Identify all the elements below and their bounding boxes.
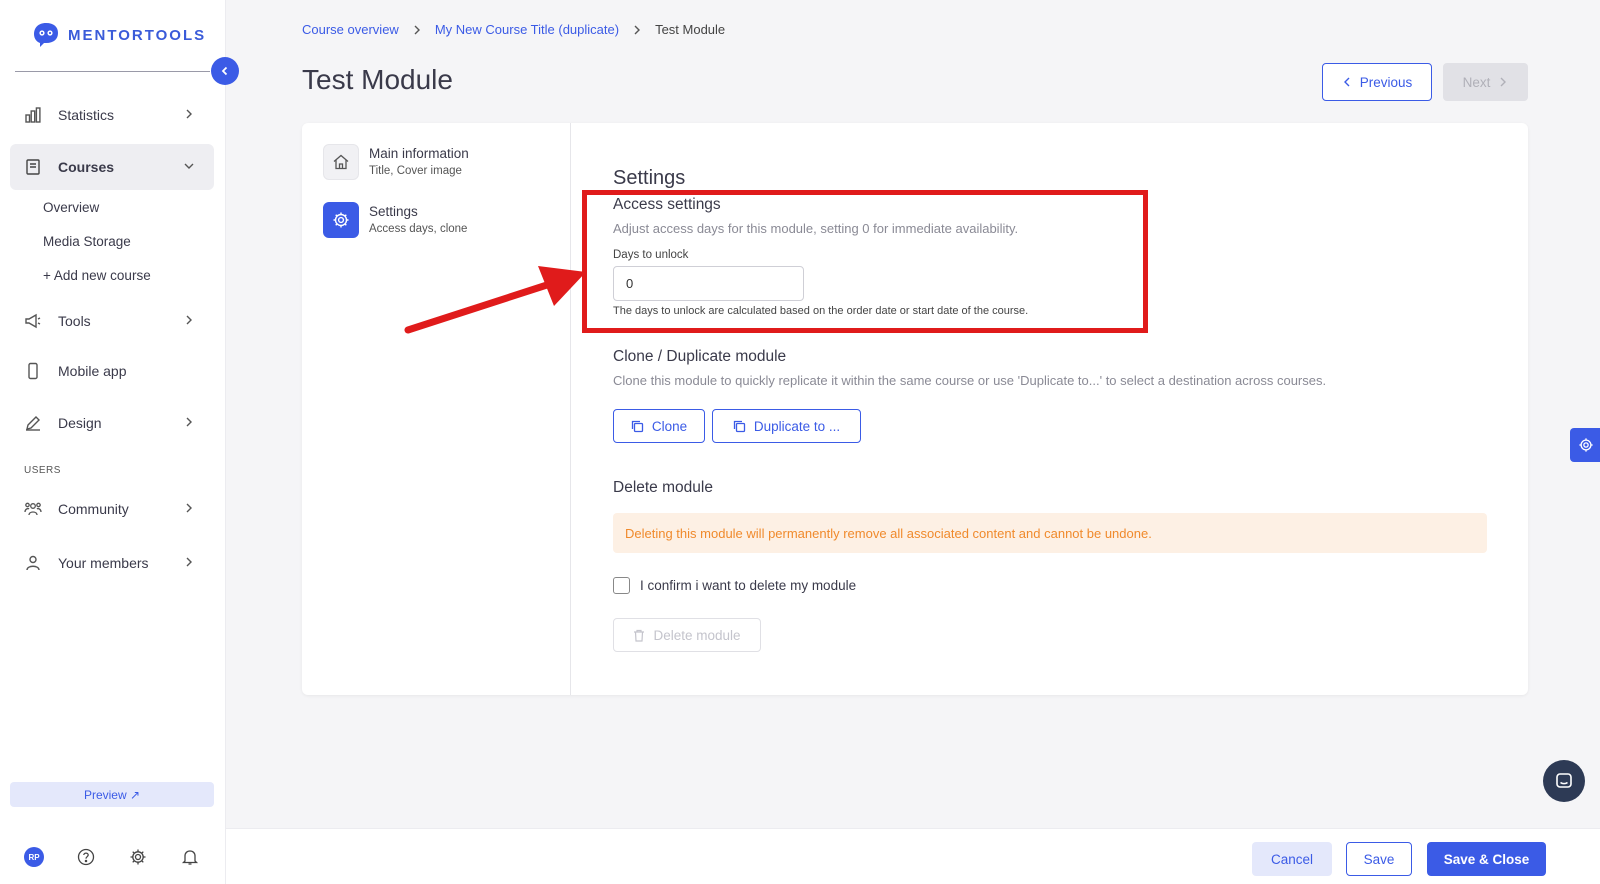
chevron-left-icon [1343, 77, 1350, 87]
user-icon [24, 554, 42, 572]
sidebar-subitem-add-course[interactable]: + Add new course [43, 268, 151, 283]
copy-icon [631, 420, 644, 432]
breadcrumb: Course overview My New Course Title (dup… [302, 22, 725, 37]
delete-module-button[interactable]: Delete module [613, 618, 761, 652]
sidebar-item-label: Community [58, 501, 129, 517]
gear-icon [1579, 438, 1593, 452]
sidebar-item-label: Statistics [58, 107, 115, 123]
tab-settings[interactable]: Settings Access days, clone [323, 202, 467, 238]
sidebar-item-your-members[interactable]: Your members [10, 540, 214, 586]
preview-button[interactable]: Preview ↗ [10, 782, 214, 807]
users-group-icon [24, 500, 42, 518]
gear-icon [323, 202, 359, 238]
collapse-sidebar-button[interactable] [211, 57, 239, 85]
logo-icon [34, 23, 58, 47]
breadcrumb-course[interactable]: My New Course Title (duplicate) [435, 22, 619, 37]
chat-icon [1556, 773, 1572, 788]
days-to-unlock-hint: The days to unlock are calculated based … [613, 305, 1029, 317]
chat-button[interactable] [1543, 760, 1585, 802]
sidebar-item-label: Courses [58, 159, 115, 175]
save-button[interactable]: Save [1346, 842, 1412, 876]
copy-icon [733, 420, 745, 432]
sidebar-footer: RP [24, 847, 199, 867]
clone-heading: Clone / Duplicate module [613, 348, 787, 365]
confirm-delete-checkbox[interactable] [613, 577, 630, 594]
avatar[interactable]: RP [24, 847, 44, 867]
confirm-delete-label: I confirm i want to delete my module [640, 578, 857, 593]
chevron-right-icon [1500, 77, 1507, 87]
chevron-right-icon [186, 315, 192, 325]
phone-icon [24, 362, 42, 380]
floating-settings-button[interactable] [1570, 428, 1600, 462]
tab-subtitle: Title, Cover image [369, 165, 462, 177]
pencil-icon [24, 414, 42, 432]
save-and-close-button[interactable]: Save & Close [1427, 842, 1546, 876]
tab-main-information[interactable]: Main information Title, Cover image [323, 144, 469, 180]
access-settings-heading: Access settings [613, 196, 721, 213]
sidebar-item-community[interactable]: Community [10, 486, 214, 532]
sidebar: MENTORTOOLS Statistics Courses Overview … [0, 0, 226, 884]
card-divider [570, 123, 571, 695]
clone-label: Clone [651, 418, 688, 434]
next-label: Next [1462, 74, 1491, 90]
bar-chart-icon [24, 106, 42, 124]
days-to-unlock-input[interactable] [613, 266, 804, 301]
help-icon[interactable] [76, 847, 96, 867]
tab-title: Settings [369, 204, 418, 219]
book-icon [24, 158, 42, 176]
chevron-right-icon [186, 109, 192, 119]
chevron-right-icon [186, 557, 192, 567]
settings-heading: Settings [613, 167, 686, 189]
breadcrumb-course-overview[interactable]: Course overview [302, 22, 399, 37]
gear-icon[interactable] [128, 847, 148, 867]
logo-text: MENTORTOOLS [68, 26, 207, 44]
chevron-right-icon [632, 24, 642, 36]
duplicate-label: Duplicate to ... [753, 418, 841, 434]
home-icon [323, 144, 359, 180]
previous-button[interactable]: Previous [1322, 63, 1432, 101]
sidebar-item-label: Mobile app [58, 363, 127, 379]
access-settings-description: Adjust access days for this module, sett… [613, 221, 1019, 236]
megaphone-icon [24, 312, 42, 330]
sidebar-item-statistics[interactable]: Statistics [10, 92, 214, 138]
logo[interactable]: MENTORTOOLS [32, 20, 206, 50]
next-button[interactable]: Next [1443, 63, 1528, 101]
duplicate-to-button[interactable]: Duplicate to ... [712, 409, 861, 443]
chevron-right-icon [186, 417, 192, 427]
breadcrumb-current: Test Module [655, 22, 726, 37]
chevron-right-icon [412, 24, 422, 36]
bell-icon[interactable] [180, 847, 200, 867]
delete-warning: Deleting this module will permanently re… [613, 513, 1487, 553]
sidebar-item-courses[interactable]: Courses [10, 144, 214, 190]
sidebar-item-mobile-app[interactable]: Mobile app [10, 348, 214, 394]
module-editor-card: Main information Title, Cover image Sett… [302, 123, 1528, 695]
sidebar-divider [15, 71, 210, 72]
delete-heading: Delete module [613, 479, 713, 496]
tab-subtitle: Access days, clone [369, 223, 468, 235]
sidebar-subitem-overview[interactable]: Overview [43, 200, 99, 215]
cancel-button[interactable]: Cancel [1252, 842, 1332, 876]
clone-description: Clone this module to quickly replicate i… [613, 373, 1327, 388]
days-to-unlock-label: Days to unlock [613, 249, 689, 261]
sidebar-subitem-media-storage[interactable]: Media Storage [43, 234, 131, 249]
sidebar-item-label: Design [58, 415, 102, 431]
sidebar-item-design[interactable]: Design [10, 400, 214, 446]
sidebar-item-label: Tools [58, 313, 91, 329]
page-title: Test Module [302, 64, 453, 95]
previous-label: Previous [1359, 74, 1413, 90]
clone-button[interactable]: Clone [613, 409, 705, 443]
chevron-left-icon [221, 66, 228, 76]
confirm-delete-row[interactable]: I confirm i want to delete my module [613, 577, 856, 594]
tab-title: Main information [369, 146, 469, 161]
sidebar-item-tools[interactable]: Tools [10, 298, 214, 344]
chevron-right-icon [186, 503, 192, 513]
trash-icon [634, 629, 645, 642]
chevron-down-icon [184, 163, 194, 169]
section-label-users: USERS [24, 465, 61, 476]
sidebar-item-label: Your members [58, 555, 149, 571]
delete-module-label: Delete module [653, 627, 741, 643]
